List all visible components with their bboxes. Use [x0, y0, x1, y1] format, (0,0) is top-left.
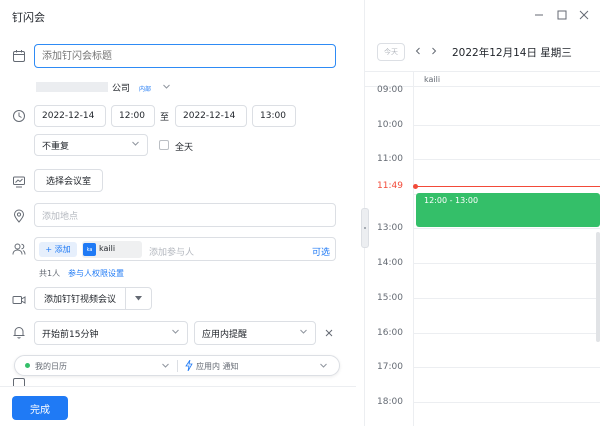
org-badge: 内部	[139, 86, 152, 93]
repeat-value: 不重复	[42, 141, 70, 152]
hour-line	[413, 402, 600, 403]
end-time-field[interactable]: 13:00	[252, 105, 296, 127]
footer-divider	[0, 386, 356, 387]
lightning-icon	[185, 359, 193, 372]
end-date-value: 2022-12-14	[183, 111, 236, 121]
reminder-type-select[interactable]: 应用内提醒	[194, 321, 316, 345]
hour-label-1600: 16:00	[377, 328, 403, 338]
hour-line	[413, 263, 600, 264]
location-placeholder: 添加地点	[42, 211, 79, 222]
remove-reminder-icon[interactable]	[324, 328, 334, 338]
calendar-color-dot	[25, 363, 30, 368]
hour-line	[413, 367, 600, 368]
location-input[interactable]: 添加地点	[34, 203, 336, 227]
allday-checkbox[interactable]	[159, 140, 169, 150]
participants-field[interactable]: + 添加 ka kaili 添加参与人 可选	[34, 237, 336, 261]
chevron-down-icon	[131, 139, 140, 151]
start-time-field[interactable]: 12:00	[111, 105, 155, 127]
allday-label: 全天	[175, 143, 194, 153]
video-meeting-dropdown[interactable]	[125, 287, 152, 310]
hour-line	[413, 333, 600, 334]
column-user-name: kaili	[424, 75, 441, 84]
now-line	[416, 186, 600, 187]
calendar-icon	[12, 49, 26, 63]
video-meeting-label: 添加钉钉视频会议	[43, 295, 116, 305]
participant-name: kaili	[99, 244, 116, 253]
hour-label-1800: 18:00	[377, 397, 403, 407]
participant-placeholder: 添加参与人	[149, 248, 195, 258]
hour-line	[413, 298, 600, 299]
hour-label-1400: 14:00	[377, 258, 403, 268]
today-button[interactable]: 今天	[377, 43, 405, 61]
calendar-date-title: 2022年12月14日 星期三	[452, 47, 572, 59]
dot-icon	[364, 227, 366, 229]
hour-label-1700: 17:00	[377, 362, 403, 372]
select-room-button[interactable]: 选择会议室	[34, 169, 103, 192]
permission-settings-link[interactable]: 参与人权限设置	[68, 268, 124, 279]
caret-down-icon	[135, 294, 142, 304]
scrollbar-thumb[interactable]	[596, 232, 600, 342]
notify-label[interactable]: 应用内 通知	[196, 361, 239, 372]
optional-link[interactable]: 可选	[312, 245, 330, 258]
chevron-down-icon[interactable]	[319, 361, 328, 370]
calendar-notify-bar: 我的日历 应用内 通知	[14, 355, 340, 376]
hour-label-1000: 10:00	[377, 120, 403, 130]
reminder-time-value: 开始前15分钟	[42, 329, 99, 340]
title-input[interactable]	[34, 44, 336, 68]
monitor-icon	[12, 175, 26, 189]
chevron-down-icon	[299, 327, 308, 339]
repeat-select[interactable]: 不重复	[34, 134, 148, 156]
done-button[interactable]: 完成	[12, 396, 68, 420]
collapse-handle[interactable]	[361, 208, 369, 248]
select-room-label: 选择会议室	[45, 177, 91, 187]
close-icon[interactable]	[578, 9, 590, 21]
window-title: 钉闪会	[12, 11, 45, 24]
end-date-field[interactable]: 2022-12-14	[175, 105, 247, 127]
video-camera-icon	[12, 293, 26, 307]
add-participant-button[interactable]: + 添加	[39, 242, 77, 257]
reminder-type-value: 应用内提醒	[202, 329, 248, 340]
hour-line	[413, 159, 600, 160]
description-icon	[13, 378, 25, 386]
clock-icon	[12, 109, 26, 123]
next-day-icon[interactable]	[429, 46, 439, 56]
end-time-value: 13:00	[260, 111, 286, 121]
chevron-down-icon[interactable]	[162, 82, 171, 91]
org-name: 公司	[112, 84, 131, 94]
start-time-value: 12:00	[119, 111, 145, 121]
hour-label-1100: 11:00	[377, 154, 403, 164]
participant-chip[interactable]: ka kaili	[82, 241, 142, 258]
hour-label-0900: 09:00	[377, 85, 403, 93]
bell-icon	[12, 325, 26, 339]
start-date-field[interactable]: 2022-12-14	[34, 105, 106, 127]
to-label: 至	[160, 113, 170, 123]
chevron-down-icon[interactable]	[161, 361, 170, 370]
hour-line	[413, 228, 600, 229]
org-name-redacted	[36, 82, 108, 92]
avatar: ka	[83, 243, 96, 256]
hour-label-1500: 15:00	[377, 293, 403, 303]
minimize-icon[interactable]	[533, 9, 545, 21]
reminder-time-select[interactable]: 开始前15分钟	[34, 321, 188, 345]
start-date-value: 2022-12-14	[42, 111, 95, 121]
maximize-icon[interactable]	[556, 9, 568, 21]
chevron-down-icon	[171, 327, 180, 339]
event-time-label: 12:00 - 13:00	[424, 196, 479, 205]
divider	[177, 360, 178, 372]
hour-label-1300: 13:00	[377, 223, 403, 233]
event-block[interactable]: 12:00 - 13:00	[416, 193, 600, 227]
now-dot	[413, 184, 418, 189]
calendar-name[interactable]: 我的日历	[35, 361, 67, 372]
today-label: 今天	[384, 48, 398, 56]
participant-count: 共1人	[39, 269, 61, 278]
location-pin-icon	[12, 209, 26, 223]
video-meeting-button[interactable]: 添加钉钉视频会议	[34, 287, 126, 310]
prev-day-icon[interactable]	[413, 46, 423, 56]
now-time-label: 11:49	[377, 181, 403, 191]
people-icon	[12, 242, 26, 256]
hour-line	[413, 125, 600, 126]
